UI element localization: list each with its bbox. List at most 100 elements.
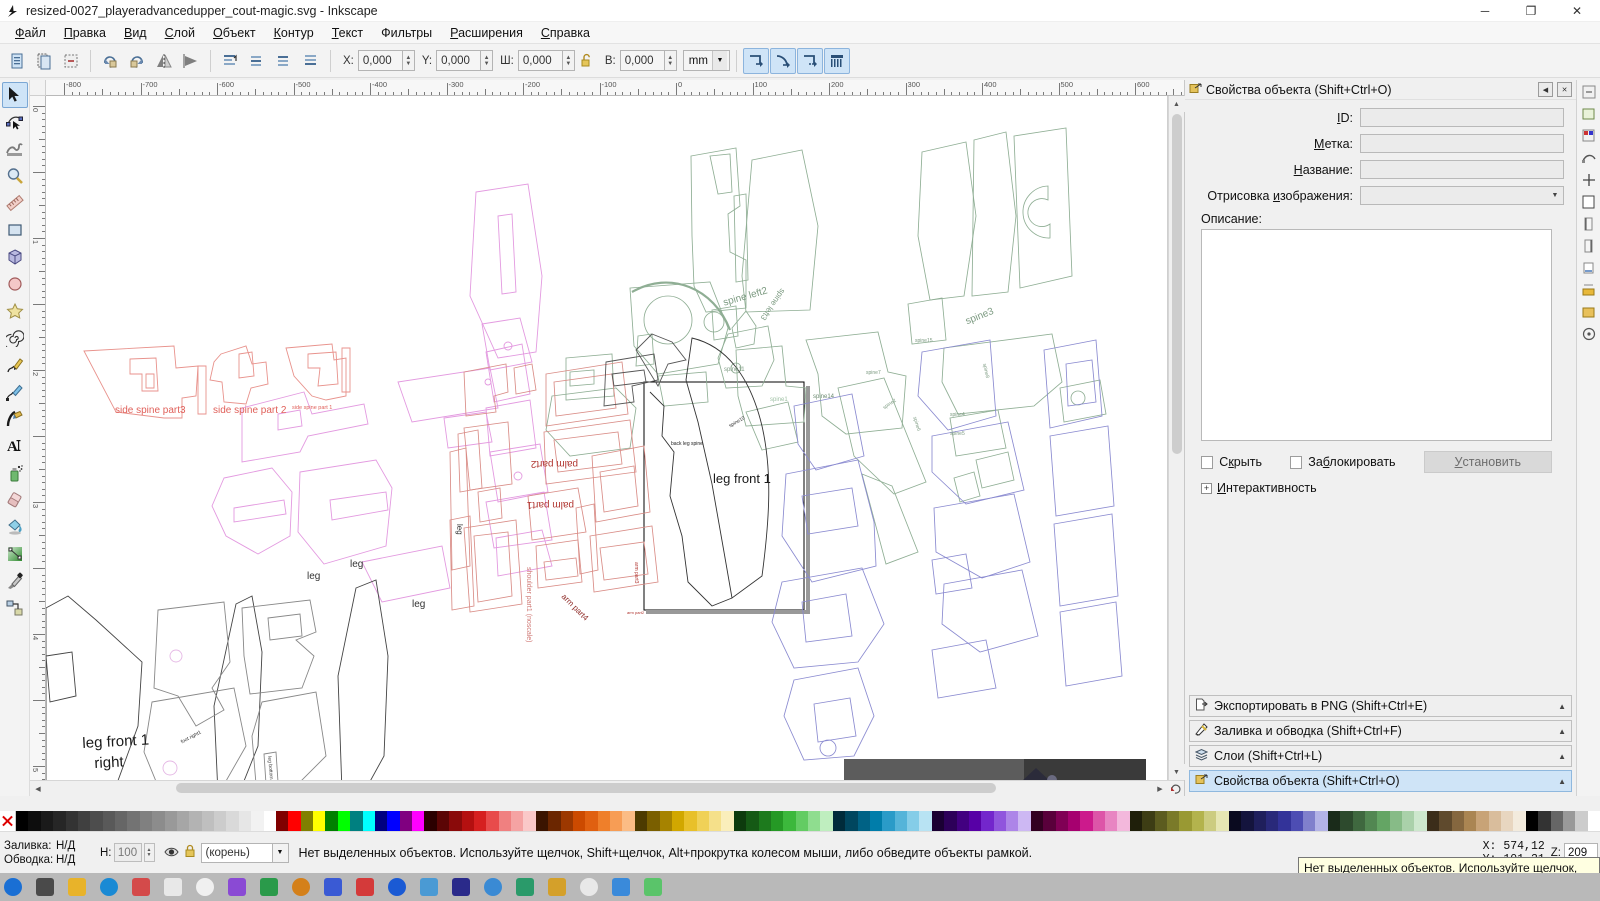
scroll-up-arrow[interactable]: ▲ — [1169, 96, 1185, 112]
fill-stroke-indicator[interactable]: Заливка: Н/Д Обводка: Н/Д — [0, 839, 96, 867]
vertical-scroll-thumb[interactable] — [1172, 114, 1182, 454]
palette-swatch[interactable] — [1155, 811, 1167, 831]
palette-swatch[interactable] — [140, 811, 152, 831]
palette-swatch[interactable] — [1588, 811, 1600, 831]
palette-swatch[interactable] — [1278, 811, 1290, 831]
photos-icon[interactable] — [516, 878, 534, 896]
palette-swatch[interactable] — [1093, 811, 1105, 831]
accordion-export-png[interactable]: Экспортировать в PNG (Shift+Ctrl+E) ▲ — [1189, 695, 1572, 717]
snap-text-baseline-icon[interactable] — [1579, 258, 1599, 278]
palette-swatch[interactable] — [783, 811, 795, 831]
palette-swatch[interactable] — [1105, 811, 1117, 831]
canvas-text-label[interactable]: leg — [350, 559, 363, 570]
palette-swatch[interactable] — [1501, 811, 1513, 831]
minimize-button[interactable]: ─ — [1462, 0, 1508, 22]
palette-swatch[interactable] — [1414, 811, 1426, 831]
palette-swatch[interactable] — [499, 811, 511, 831]
dropper-tool[interactable] — [2, 568, 28, 594]
palette-swatch[interactable] — [536, 811, 548, 831]
chevron-up-icon[interactable]: ▲ — [1558, 777, 1566, 786]
palette-swatch[interactable] — [870, 811, 882, 831]
palette-swatch[interactable] — [957, 811, 969, 831]
mail-icon[interactable] — [132, 878, 150, 896]
eraser-tool[interactable] — [2, 487, 28, 513]
palette-swatch[interactable] — [858, 811, 870, 831]
palette-swatch[interactable] — [820, 811, 832, 831]
palette-swatch[interactable] — [1476, 811, 1488, 831]
palette-swatch[interactable] — [387, 811, 399, 831]
menu-view[interactable]: Вид — [115, 24, 156, 42]
palette-swatch[interactable] — [1315, 811, 1327, 831]
palette-swatch[interactable] — [1328, 811, 1340, 831]
scroll-left-arrow[interactable]: ◀ — [30, 781, 46, 797]
palette-swatch[interactable] — [548, 811, 560, 831]
palette-swatch[interactable] — [1043, 811, 1055, 831]
ruler-corner[interactable] — [30, 80, 46, 96]
edge-icon[interactable] — [100, 878, 118, 896]
media-icon[interactable] — [452, 878, 470, 896]
palette-swatch[interactable] — [647, 811, 659, 831]
palette-swatch[interactable] — [598, 811, 610, 831]
y-spin-arrows[interactable]: ▲▼ — [480, 50, 493, 71]
horizontal-scrollbar[interactable]: ◀ ▶ — [30, 780, 1184, 796]
bezier-tool[interactable] — [2, 379, 28, 405]
palette-swatch[interactable] — [969, 811, 981, 831]
palette-swatch[interactable] — [1068, 811, 1080, 831]
palette-swatch[interactable] — [1204, 811, 1216, 831]
palette-swatch[interactable] — [1266, 811, 1278, 831]
canvas-text-label[interactable]: spine5 — [950, 431, 965, 437]
palette-swatch[interactable] — [721, 811, 733, 831]
palette-swatch[interactable] — [1340, 811, 1352, 831]
menu-filters[interactable]: Фильтры — [372, 24, 441, 42]
canvas-text-label[interactable]: spine14 — [813, 394, 834, 400]
palette-swatch[interactable] — [1241, 811, 1253, 831]
snap-bbox-edge-icon[interactable] — [1579, 214, 1599, 234]
snap-page-border-icon[interactable] — [1579, 192, 1599, 212]
inkscape-icon[interactable] — [548, 878, 566, 896]
palette-swatch[interactable] — [375, 811, 387, 831]
palette-swatch[interactable] — [684, 811, 696, 831]
ellipse-tool[interactable] — [2, 271, 28, 297]
palette-swatch[interactable] — [511, 811, 523, 831]
palette-swatch[interactable] — [845, 811, 857, 831]
palette-swatch[interactable] — [981, 811, 993, 831]
teams-icon[interactable] — [356, 878, 374, 896]
layer-select[interactable]: (корень) — [201, 843, 273, 863]
palette-swatch[interactable] — [944, 811, 956, 831]
notes-icon[interactable] — [196, 878, 214, 896]
palette-swatch[interactable] — [746, 811, 758, 831]
palette-swatch[interactable] — [66, 811, 78, 831]
palette-swatch[interactable] — [1006, 811, 1018, 831]
canvas-text-label[interactable]: leg front 1 — [713, 471, 771, 486]
title-input[interactable] — [1360, 160, 1564, 179]
horizontal-ruler[interactable]: -800-700-600-500-400-300-200-10001002003… — [46, 80, 1184, 96]
chrome-icon[interactable] — [484, 878, 502, 896]
scroll-down-arrow[interactable]: ▼ — [1169, 764, 1185, 780]
palette-swatch[interactable] — [53, 811, 65, 831]
x-spinner[interactable]: ▲▼ — [358, 50, 415, 71]
text-tool[interactable]: A — [2, 433, 28, 459]
palette-swatch[interactable] — [90, 811, 102, 831]
star-tool[interactable] — [2, 298, 28, 324]
palette-swatch[interactable] — [882, 811, 894, 831]
lower-icon[interactable] — [271, 48, 297, 74]
close-button[interactable]: ✕ — [1554, 0, 1600, 22]
palette-swatch[interactable] — [895, 811, 907, 831]
palette-swatch[interactable] — [759, 811, 771, 831]
palette-swatch[interactable] — [1254, 811, 1266, 831]
accordion-layers[interactable]: Слои (Shift+Ctrl+L) ▲ — [1189, 745, 1572, 767]
palette-swatch[interactable] — [78, 811, 90, 831]
maximize-button[interactable]: ❐ — [1508, 0, 1554, 22]
hide-checkbox[interactable] — [1201, 456, 1213, 469]
lock-icon[interactable] — [184, 844, 196, 861]
palette-swatch[interactable] — [635, 811, 647, 831]
palette-swatch[interactable] — [28, 811, 40, 831]
canvas-text-label[interactable]: spine15 — [915, 338, 933, 344]
palette-swatch[interactable] — [573, 811, 585, 831]
menu-extensions[interactable]: Расширения — [441, 24, 532, 42]
palette-swatch[interactable] — [1018, 811, 1030, 831]
palette-swatch[interactable] — [1142, 811, 1154, 831]
eye-icon[interactable] — [164, 845, 179, 861]
vscode-icon[interactable] — [388, 878, 406, 896]
bucket-tool[interactable] — [2, 514, 28, 540]
